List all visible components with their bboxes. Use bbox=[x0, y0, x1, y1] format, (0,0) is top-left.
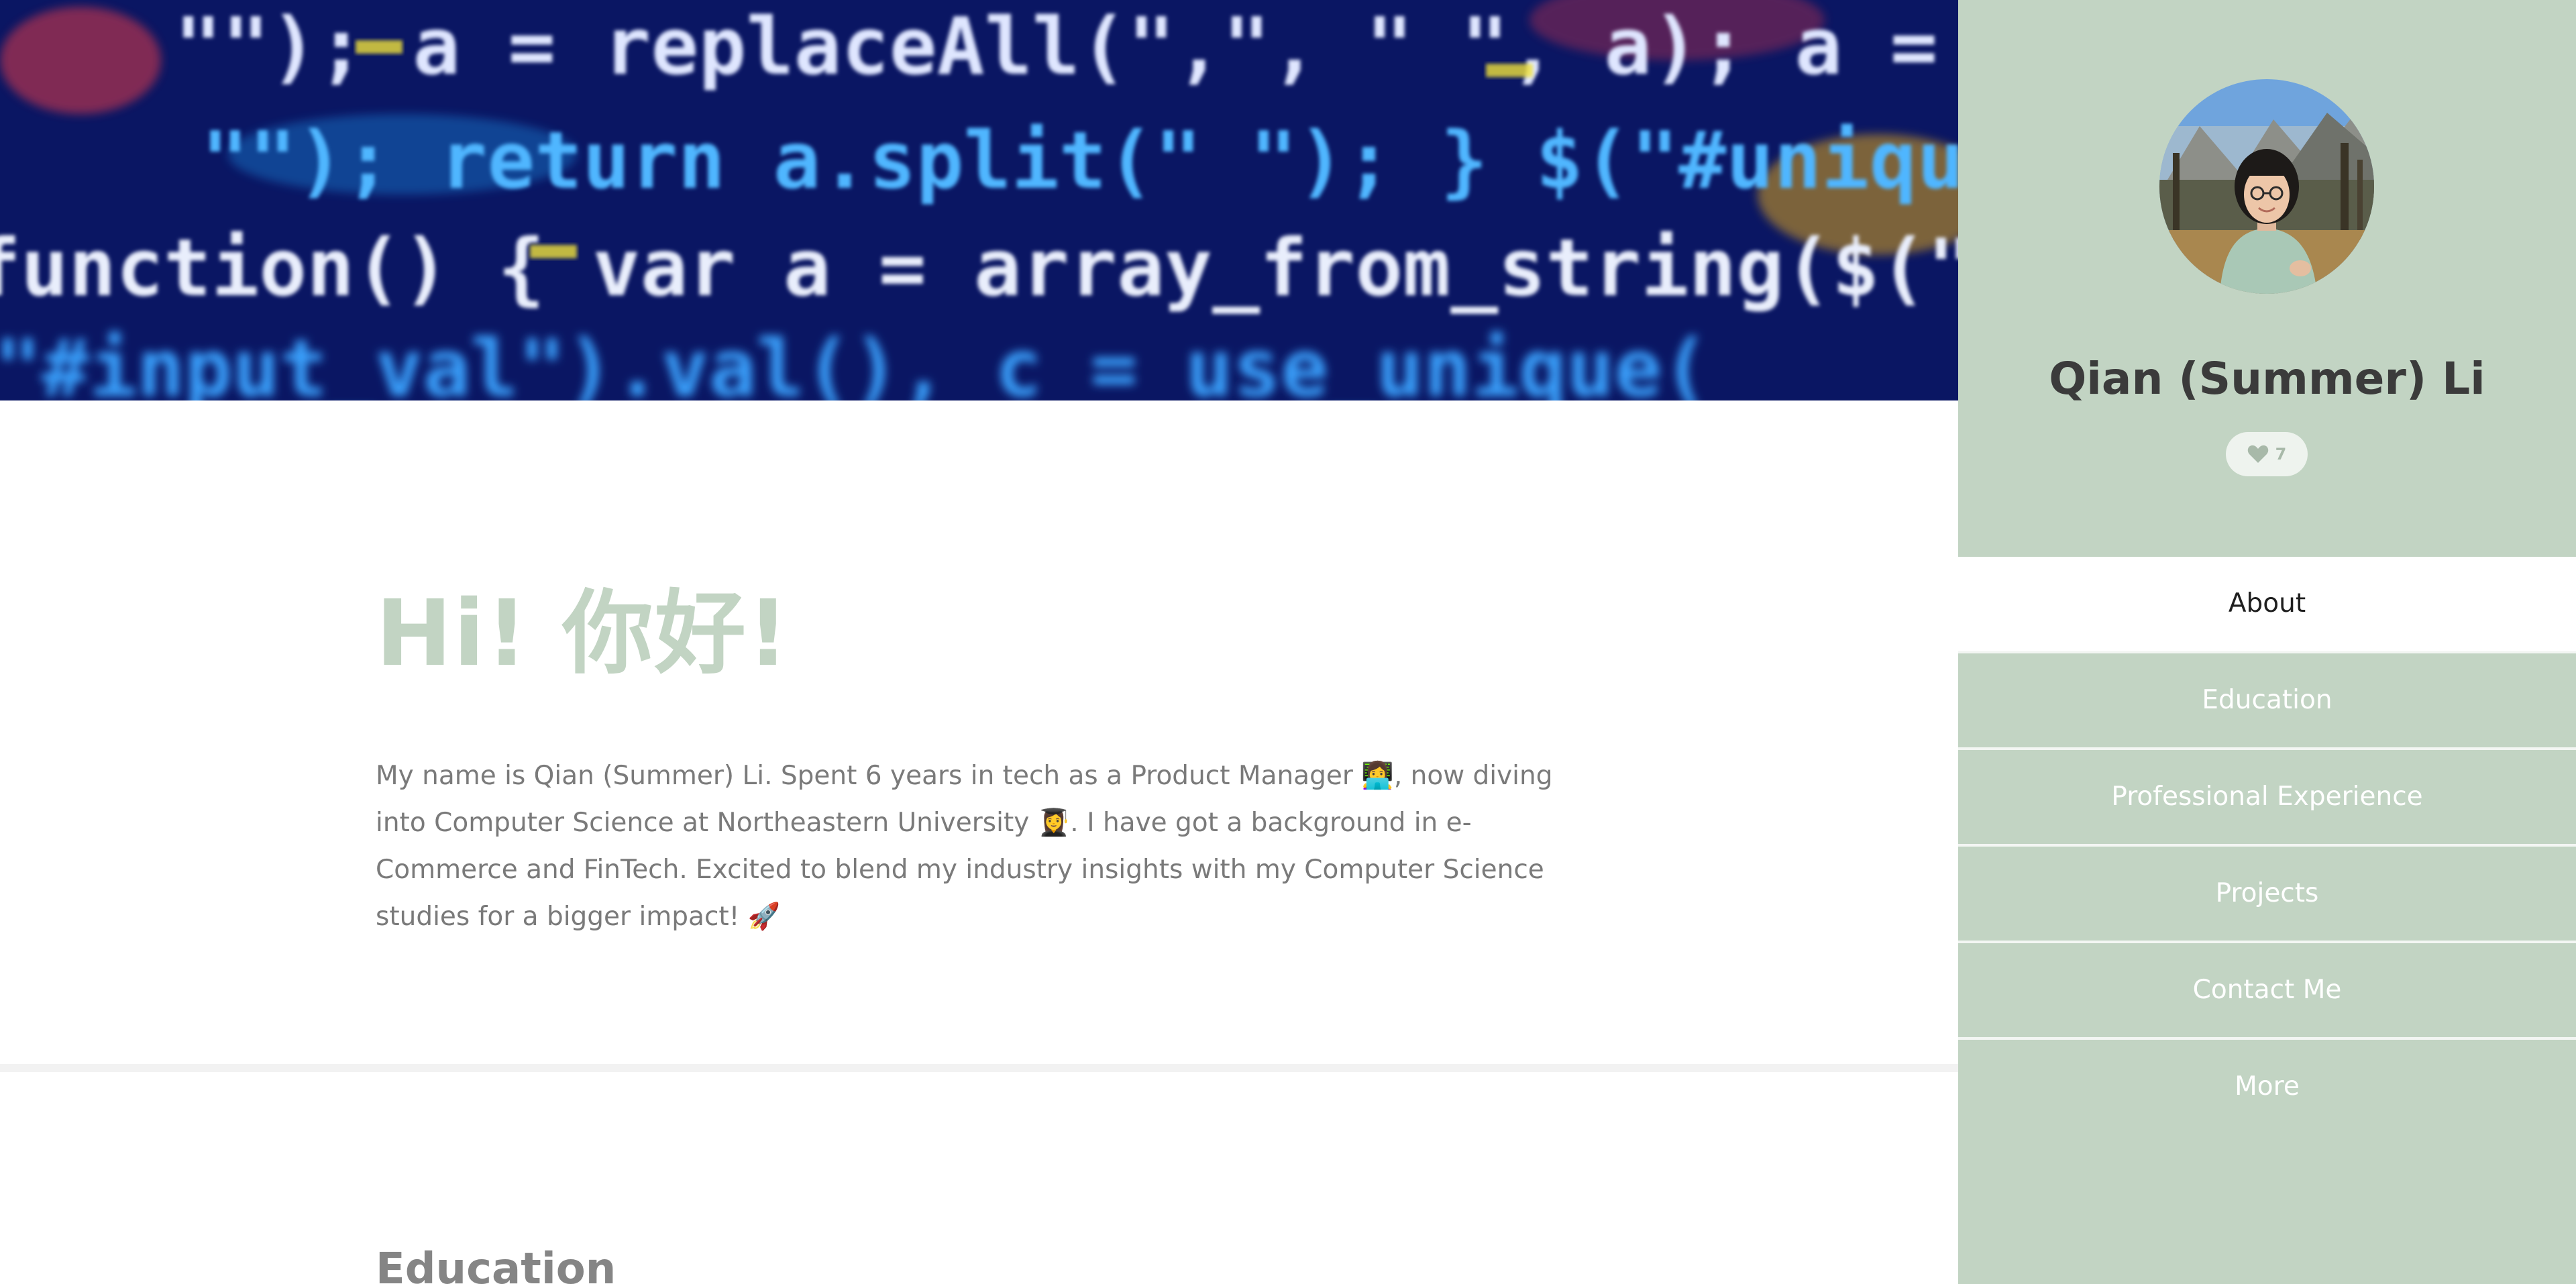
main-content: ""); a = replaceAll(",", " ", a); a = a.… bbox=[0, 0, 1958, 1284]
profile-avatar bbox=[2159, 79, 2374, 294]
nav-item-education[interactable]: Education bbox=[1958, 653, 2576, 750]
about-section: Hi! 你好! My name is Qian (Summer) Li. Spe… bbox=[376, 577, 1597, 941]
education-heading: Education bbox=[376, 1244, 616, 1284]
section-divider bbox=[0, 1064, 1958, 1072]
sidebar-nav: About Education Professional Experience … bbox=[1958, 557, 2576, 1134]
nav-item-about[interactable]: About bbox=[1958, 557, 2576, 653]
hero-code-line-3: function() { var a = array_from_string($… bbox=[0, 221, 1958, 314]
greeting-heading: Hi! 你好! bbox=[376, 581, 790, 687]
sidebar: Qian (Summer) Li 7 About Education Profe… bbox=[1958, 0, 2576, 1284]
hero-code-line-4: ("#input_val").val(), c = use_unique( bbox=[0, 322, 1710, 400]
heart-icon bbox=[2247, 445, 2269, 464]
hero-code-line-2: ""); return a.split(" "); } $("#unique")… bbox=[201, 114, 1958, 207]
nav-item-projects[interactable]: Projects bbox=[1958, 847, 2576, 943]
like-count: 7 bbox=[2275, 445, 2287, 464]
intro-paragraph: My name is Qian (Summer) Li. Spent 6 yea… bbox=[376, 761, 1553, 932]
nav-item-more[interactable]: More bbox=[1958, 1040, 2576, 1134]
hero-code-line-1: ""); a = replaceAll(",", " ", a); a = a.… bbox=[174, 0, 1958, 93]
nav-item-professional-experience[interactable]: Professional Experience bbox=[1958, 750, 2576, 847]
like-button[interactable]: 7 bbox=[2226, 432, 2308, 476]
hero-banner: ""); a = replaceAll(",", " ", a); a = a.… bbox=[0, 0, 1958, 400]
profile-name: Qian (Summer) Li bbox=[2049, 353, 2485, 405]
nav-item-contact-me[interactable]: Contact Me bbox=[1958, 943, 2576, 1040]
page: ""); a = replaceAll(",", " ", a); a = a.… bbox=[0, 0, 2576, 1284]
